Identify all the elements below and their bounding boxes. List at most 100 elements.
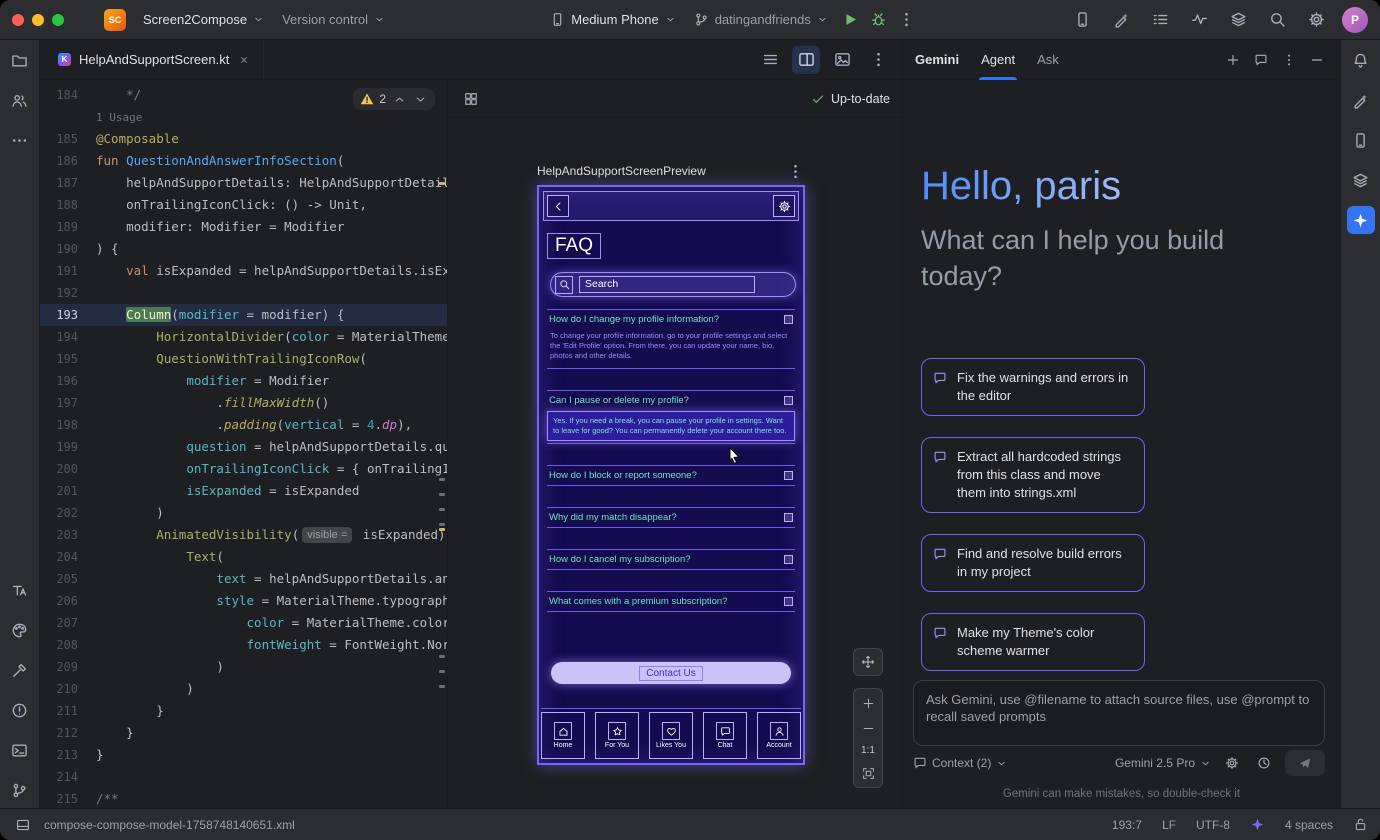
nav-item-home[interactable]: Home xyxy=(541,712,585,759)
more-actions-button[interactable] xyxy=(893,6,921,34)
tab-ask[interactable]: Ask xyxy=(1037,40,1059,80)
suggestion-card[interactable]: Extract all hardcoded strings from this … xyxy=(921,437,1145,513)
code-line[interactable]: 198 .padding(vertical = 4.dp), xyxy=(40,414,447,436)
suggestion-card[interactable]: Make my Theme's color scheme warmer xyxy=(921,613,1145,671)
editor-menu-icon[interactable] xyxy=(864,46,892,74)
faq-item[interactable]: Why did my match disappear? xyxy=(547,507,795,528)
faq-expand-icon[interactable] xyxy=(784,513,793,522)
code-editor[interactable]: 184 */1 Usage185@Composable186fun Questi… xyxy=(40,80,448,808)
file-encoding[interactable]: UTF-8 xyxy=(1196,818,1230,832)
preview-menu-icon[interactable] xyxy=(785,161,805,181)
faq-item[interactable]: How do I block or report someone? xyxy=(547,465,795,486)
code-line[interactable]: 199 question = helpAndSupportDetails.que… xyxy=(40,436,447,458)
preview-grid-view-icon[interactable] xyxy=(460,88,482,110)
notifications-icon[interactable] xyxy=(1347,46,1375,74)
send-button[interactable] xyxy=(1285,750,1325,776)
project-menu[interactable]: Screen2Compose xyxy=(134,8,273,31)
todo-icon[interactable] xyxy=(1146,6,1174,34)
version-control-menu[interactable]: Version control xyxy=(273,8,394,31)
gemini-icon[interactable] xyxy=(1347,206,1375,234)
device-mirroring-icon[interactable] xyxy=(1068,6,1096,34)
search-everywhere-icon[interactable] xyxy=(1263,6,1291,34)
more-tool-windows-icon[interactable] xyxy=(6,126,34,154)
commit-icon[interactable] xyxy=(6,86,34,114)
device-manager-icon[interactable] xyxy=(1347,126,1375,154)
ai-actions-icon[interactable] xyxy=(1107,6,1135,34)
gemini-status-icon[interactable] xyxy=(1250,817,1265,832)
scrollbar-error-stripe[interactable] xyxy=(438,80,446,808)
minimize-window-button[interactable] xyxy=(32,14,44,26)
code-line[interactable]: 206 style = MaterialTheme.typography.bod… xyxy=(40,590,447,612)
faq-item[interactable]: What comes with a premium subscription? xyxy=(547,591,795,612)
code-line[interactable]: 191 val isExpanded = helpAndSupportDetai… xyxy=(40,260,447,282)
run-button[interactable] xyxy=(837,6,865,34)
code-line[interactable]: 186fun QuestionAndAnswerInfoSection( xyxy=(40,150,447,172)
lock-icon[interactable] xyxy=(1353,817,1368,832)
indent-setting[interactable]: 4 spaces xyxy=(1285,818,1333,832)
code-line[interactable]: 209 ) xyxy=(40,656,447,678)
new-chat-button[interactable] xyxy=(1222,49,1244,71)
code-line[interactable]: 200 onTrailingIconClick = { onTrailingIc… xyxy=(40,458,447,480)
zoom-level-label[interactable]: 1:1 xyxy=(861,745,875,756)
code-line[interactable]: 215/** xyxy=(40,788,447,808)
code-line[interactable]: 205 text = helpAndSupportDetails.answer, xyxy=(40,568,447,590)
close-window-button[interactable] xyxy=(12,14,24,26)
stripe-mark[interactable] xyxy=(439,670,445,673)
code-line[interactable]: 189 modifier: Modifier = Modifier xyxy=(40,216,447,238)
zoom-to-fit-button[interactable] xyxy=(860,765,876,781)
resource-explorer-icon[interactable] xyxy=(1224,6,1252,34)
nav-item-likes-you[interactable]: Likes You xyxy=(649,712,693,759)
faq-expand-icon[interactable] xyxy=(784,315,793,324)
device-selector[interactable]: Medium Phone xyxy=(541,8,684,31)
close-tab-icon[interactable] xyxy=(237,53,251,67)
running-devices-icon[interactable] xyxy=(1347,166,1375,194)
zoom-in-button[interactable] xyxy=(860,695,876,711)
code-line[interactable]: 203 AnimatedVisibility(visible = isExpan… xyxy=(40,524,447,546)
ai-assistant-icon[interactable] xyxy=(1347,86,1375,114)
code-view-icon[interactable] xyxy=(756,46,784,74)
gemini-input[interactable]: Ask Gemini, use @filename to attach sour… xyxy=(913,680,1325,746)
translations-editor-icon[interactable] xyxy=(6,576,34,604)
stripe-mark[interactable] xyxy=(439,493,445,496)
nav-item-account[interactable]: Account xyxy=(757,712,801,759)
next-problem-button[interactable] xyxy=(412,91,428,107)
phone-preview[interactable]: FAQ Search How do I change my profile in… xyxy=(537,185,805,765)
warning-stripe-mark[interactable] xyxy=(439,528,445,531)
zoom-out-button[interactable] xyxy=(860,720,876,736)
zoom-window-button[interactable] xyxy=(52,14,64,26)
code-line[interactable]: 185@Composable xyxy=(40,128,447,150)
code-line[interactable]: 208 fontWeight = FontWeight.Normal xyxy=(40,634,447,656)
line-ending[interactable]: LF xyxy=(1162,818,1176,832)
suggestion-card[interactable]: Find and resolve build errors in my proj… xyxy=(921,534,1145,592)
code-line[interactable]: 213} xyxy=(40,744,447,766)
code-line[interactable]: 194 HorizontalDivider(color = MaterialTh… xyxy=(40,326,447,348)
profiler-icon[interactable] xyxy=(1185,6,1213,34)
nav-item-chat[interactable]: Chat xyxy=(703,712,747,759)
avatar[interactable]: P xyxy=(1342,7,1368,33)
model-selector[interactable]: Gemini 2.5 Pro xyxy=(1115,756,1211,770)
tab-helpandsupportscreen[interactable]: K HelpAndSupportScreen.kt xyxy=(46,40,264,80)
code-line[interactable]: 212 } xyxy=(40,722,447,744)
faq-expand-icon[interactable] xyxy=(784,555,793,564)
stripe-mark[interactable] xyxy=(439,478,445,481)
problems-icon[interactable] xyxy=(6,696,34,724)
resource-manager-icon[interactable] xyxy=(6,616,34,644)
caret-position[interactable]: 193:7 xyxy=(1112,818,1142,832)
settings-icon[interactable] xyxy=(1302,6,1330,34)
code-line[interactable]: 197 .fillMaxWidth() xyxy=(40,392,447,414)
contact-us-button[interactable]: Contact Us xyxy=(551,662,791,684)
warning-stripe-mark[interactable] xyxy=(439,182,445,185)
code-line[interactable]: 214 xyxy=(40,766,447,788)
nav-item-for-you[interactable]: For You xyxy=(595,712,639,759)
build-icon[interactable] xyxy=(6,656,34,684)
code-line[interactable]: 192 xyxy=(40,282,447,304)
code-line[interactable]: 187 helpAndSupportDetails: HelpAndSuppor… xyxy=(40,172,447,194)
debug-button[interactable] xyxy=(865,6,893,34)
code-line[interactable]: 204 Text( xyxy=(40,546,447,568)
tab-agent[interactable]: Agent xyxy=(981,40,1015,80)
tool-windows-icon[interactable] xyxy=(12,814,34,836)
version-control-icon[interactable] xyxy=(6,776,34,804)
stripe-mark[interactable] xyxy=(439,523,445,526)
code-line[interactable]: 201 isExpanded = isExpanded xyxy=(40,480,447,502)
stripe-mark[interactable] xyxy=(439,655,445,658)
